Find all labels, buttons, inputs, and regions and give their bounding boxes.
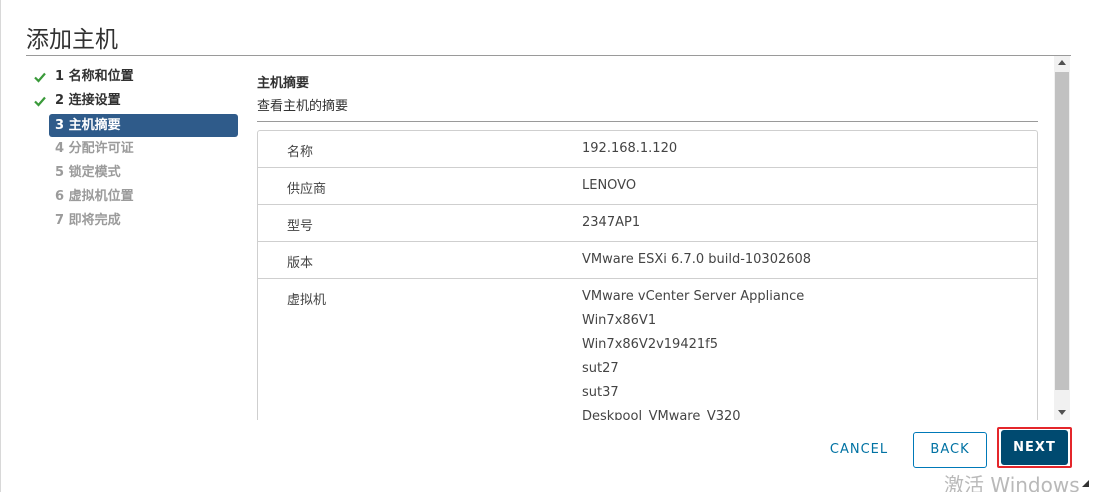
step-label: 5 锁定模式 <box>55 165 121 180</box>
section-divider <box>257 121 1038 122</box>
step-label: 7 即将完成 <box>55 213 121 228</box>
step-label: 4 分配许可证 <box>55 141 134 156</box>
activate-windows-watermark: 激活 Windows <box>944 473 1080 492</box>
row-value: 192.168.1.120 <box>582 141 678 156</box>
step-label: 6 虚拟机位置 <box>55 189 134 204</box>
row-key: 版本 <box>287 256 314 271</box>
vm-item: VMware vCenter Server Appliance <box>582 289 805 304</box>
step-vm-location: 6 虚拟机位置 <box>31 186 241 210</box>
step-connection-settings[interactable]: 2 连接设置 <box>31 90 241 114</box>
row-key: 名称 <box>287 145 314 160</box>
row-value: 2347AP1 <box>582 215 641 230</box>
step-label: 3 主机摘要 <box>55 118 121 133</box>
section-title: 主机摘要 <box>257 76 310 91</box>
resize-grip-icon[interactable] <box>1082 480 1089 487</box>
scroll-up-arrow-icon[interactable] <box>1058 60 1066 65</box>
title-divider <box>26 55 1071 56</box>
next-button[interactable]: NEXT <box>1001 430 1068 465</box>
cancel-button[interactable]: CANCEL <box>819 432 899 468</box>
add-host-dialog: 添加主机 1 名称和位置 2 连接设置 3 主机摘要 4 分配许可证 5 锁定模… <box>0 0 1093 492</box>
vm-list: VMware vCenter Server Appliance Win7x86V… <box>582 279 1037 420</box>
row-value: LENOVO <box>582 178 637 193</box>
step-lockdown-mode: 5 锁定模式 <box>31 162 241 186</box>
step-ready-to-complete: 7 即将完成 <box>31 210 241 234</box>
section-subtitle: 查看主机的摘要 <box>257 99 349 114</box>
step-label: 1 名称和位置 <box>55 69 134 84</box>
table-row: 名称 192.168.1.120 <box>258 131 1037 168</box>
table-row-vms: 虚拟机 VMware vCenter Server Appliance Win7… <box>258 279 1037 420</box>
table-row: 供应商 LENOVO <box>258 168 1037 205</box>
vm-item: Deskpool_VMware_V320 <box>582 409 741 420</box>
table-row: 型号 2347AP1 <box>258 205 1037 242</box>
back-button[interactable]: BACK <box>913 432 987 468</box>
scrollbar-thumb[interactable] <box>1055 72 1069 390</box>
step-label: 2 连接设置 <box>55 93 121 108</box>
vertical-scrollbar[interactable] <box>1054 56 1070 420</box>
vm-item: sut27 <box>582 361 619 376</box>
step-name-location[interactable]: 1 名称和位置 <box>31 66 241 90</box>
row-value: VMware ESXi 6.7.0 build-10302608 <box>582 252 812 267</box>
check-icon <box>34 72 46 83</box>
dialog-title: 添加主机 <box>26 27 118 53</box>
vm-item: Win7x86V2v19421f5 <box>582 337 718 352</box>
vm-item: Win7x86V1 <box>582 313 657 328</box>
row-key: 供应商 <box>287 182 327 197</box>
row-key: 虚拟机 <box>287 293 327 308</box>
vm-item: sut37 <box>582 385 619 400</box>
step-assign-license: 4 分配许可证 <box>31 138 241 162</box>
wizard-steps: 1 名称和位置 2 连接设置 3 主机摘要 4 分配许可证 5 锁定模式 6 虚… <box>31 66 241 234</box>
step-host-summary[interactable]: 3 主机摘要 <box>49 114 238 137</box>
scroll-down-arrow-icon[interactable] <box>1058 410 1066 415</box>
check-icon <box>34 96 46 107</box>
table-row: 版本 VMware ESXi 6.7.0 build-10302608 <box>258 242 1037 279</box>
summary-table: 名称 192.168.1.120 供应商 LENOVO 型号 2347AP1 版… <box>257 130 1038 420</box>
row-key: 型号 <box>287 219 314 234</box>
summary-panel[interactable]: 主机摘要 查看主机的摘要 名称 192.168.1.120 供应商 LENOVO… <box>257 64 1052 420</box>
